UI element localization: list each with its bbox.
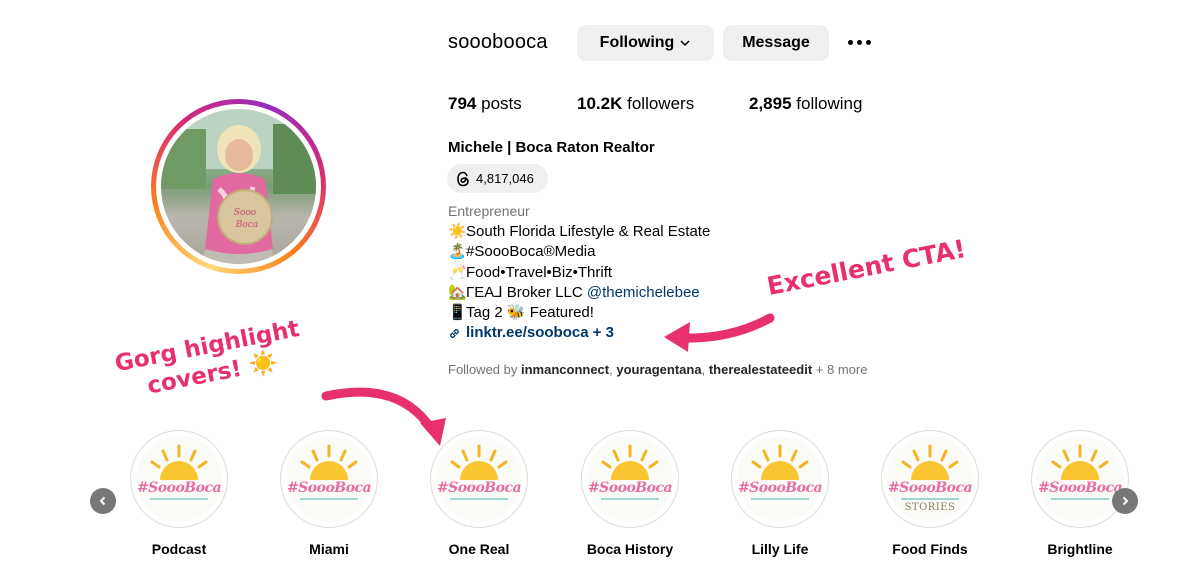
highlight-item[interactable]: #SoooBoca Lilly Life <box>725 430 835 557</box>
highlight-item[interactable]: #SoooBoca One Real <box>424 430 534 557</box>
sun-icon <box>300 444 358 500</box>
highlight-logo-text: #SoooBoca <box>286 480 372 496</box>
highlight-logo-text: #SoooBoca <box>136 480 222 496</box>
highlight-logo-text: #SoooBoca <box>436 480 522 496</box>
chevron-left-icon <box>99 496 106 506</box>
sun-icon <box>450 444 508 500</box>
highlight-label: Podcast <box>151 541 207 557</box>
highlight-label: Lilly Life <box>751 541 809 557</box>
highlight-ring[interactable]: #SoooBoca STORIES <box>881 430 979 528</box>
highlight-label: Food Finds <box>892 541 968 557</box>
sun-icon <box>601 444 659 500</box>
highlight-item[interactable]: #SoooBoca Podcast <box>124 430 234 557</box>
highlight-arrow <box>321 387 437 435</box>
highlight-label: Boca History <box>586 541 674 557</box>
sun-icon <box>1051 444 1109 500</box>
highlight-cover: #SoooBoca STORIES <box>887 436 973 522</box>
sun-icon <box>150 444 208 500</box>
highlight-label: Miami <box>309 541 349 557</box>
highlight-logo-text: #SoooBoca <box>587 480 673 496</box>
highlight-ring[interactable]: #SoooBoca <box>430 430 528 528</box>
highlight-ring[interactable]: #SoooBoca <box>731 430 829 528</box>
highlight-ring[interactable]: #SoooBoca <box>1031 430 1129 528</box>
highlight-logo-text: #SoooBoca <box>737 480 823 496</box>
highlights-next-button[interactable] <box>1112 488 1138 514</box>
highlight-cover: #SoooBoca <box>286 436 372 522</box>
highlight-cover: #SoooBoca <box>737 436 823 522</box>
highlight-ring[interactable]: #SoooBoca <box>130 430 228 528</box>
highlight-ring[interactable]: #SoooBoca <box>280 430 378 528</box>
highlight-label: One Real <box>448 541 510 557</box>
highlight-cover: #SoooBoca <box>1037 436 1123 522</box>
highlights-prev-button[interactable] <box>90 488 116 514</box>
highlight-cover: #SoooBoca <box>436 436 522 522</box>
highlight-cover: #SoooBoca <box>587 436 673 522</box>
cta-arrow-head <box>664 322 690 352</box>
highlight-label: Brightline <box>1047 541 1113 557</box>
highlight-item[interactable]: #SoooBoca Miami <box>274 430 384 557</box>
highlight-cover: #SoooBoca <box>136 436 222 522</box>
sun-icon <box>751 444 809 500</box>
cta-arrow <box>673 313 775 343</box>
chevron-right-icon <box>1122 496 1129 506</box>
highlight-item[interactable]: #SoooBoca Boca History <box>575 430 685 557</box>
highlight-ring[interactable]: #SoooBoca <box>581 430 679 528</box>
highlight-stories-text: STORIES <box>904 502 956 513</box>
highlight-logo-text: #SoooBoca <box>1037 480 1123 496</box>
highlight-logo-text: #SoooBoca <box>887 480 973 496</box>
highlight-item[interactable]: #SoooBoca STORIES Food Finds <box>875 430 985 557</box>
